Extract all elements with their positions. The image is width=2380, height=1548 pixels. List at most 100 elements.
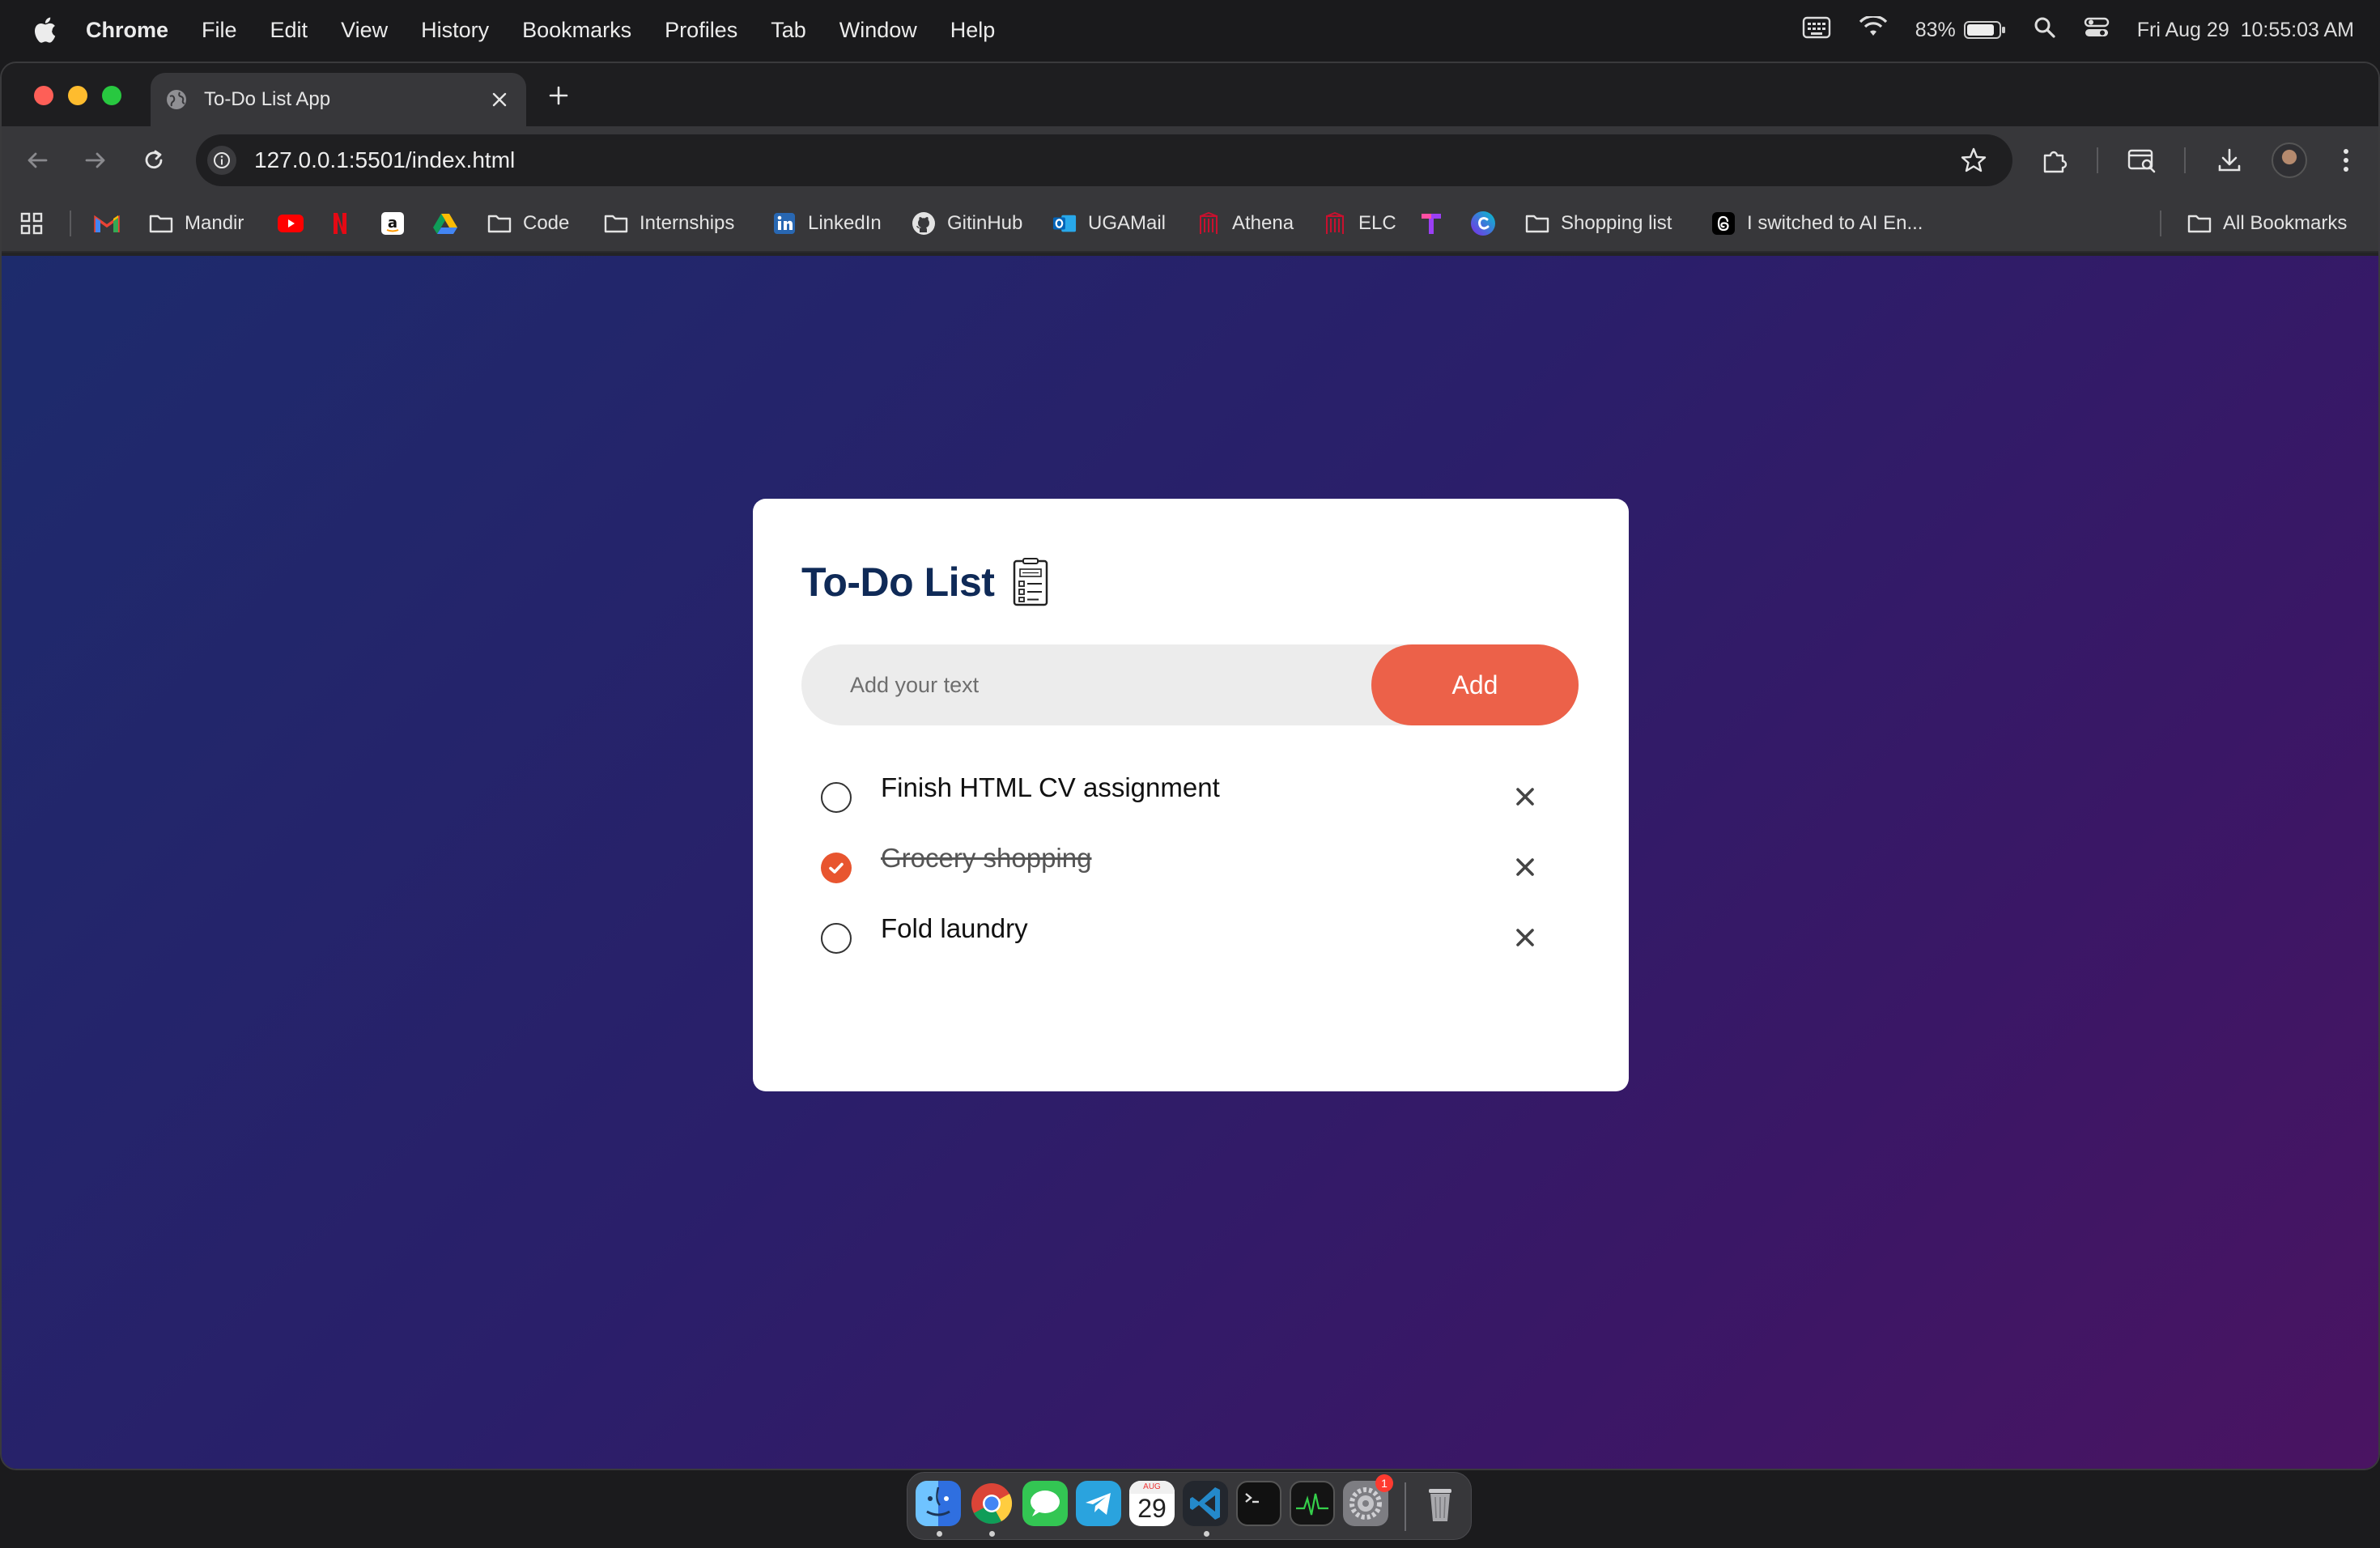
menu-bookmarks[interactable]: Bookmarks (522, 18, 631, 43)
finder-icon[interactable] (916, 1481, 961, 1526)
bookmark-ugamail[interactable]: UGAMail (1052, 194, 1166, 253)
task-input[interactable] (801, 644, 1384, 725)
profile-avatar[interactable] (2272, 142, 2307, 178)
menu-help[interactable]: Help (950, 18, 996, 43)
chrome-icon[interactable] (969, 1481, 1014, 1526)
google-drive-icon[interactable] (432, 194, 458, 253)
netflix-icon[interactable] (332, 194, 348, 253)
menu-tab[interactable]: Tab (771, 18, 806, 43)
trash-icon[interactable] (1417, 1481, 1463, 1526)
task-text[interactable]: Grocery shopping (881, 843, 1091, 874)
activity-monitor-icon[interactable] (1290, 1481, 1335, 1526)
bookmark-label: GitinHub (947, 212, 1023, 234)
bookmark-mandir[interactable]: Mandir (149, 194, 244, 253)
unchecked-circle-icon[interactable] (821, 782, 852, 813)
messages-icon[interactable] (1022, 1481, 1068, 1526)
spotlight-search-icon[interactable] (2034, 16, 2056, 45)
task-text[interactable]: Fold laundry (881, 913, 1028, 944)
folder-icon (2187, 211, 2212, 236)
bookmark-label: Code (523, 212, 570, 234)
uga-arch-icon (1196, 211, 1221, 236)
tab-search-icon[interactable] (2126, 144, 2158, 176)
amazon-icon[interactable]: a (380, 194, 405, 253)
tab-todo-app[interactable]: To-Do List App (151, 73, 526, 126)
menubar-clock[interactable]: Fri Aug 29 10:55:03 AM (2137, 19, 2354, 42)
menu-window[interactable]: Window (839, 18, 917, 43)
task-item[interactable]: Fold laundry (801, 900, 1579, 971)
task-item[interactable]: Finish HTML CV assignment (801, 759, 1579, 830)
bookmark-threads-post[interactable]: I switched to AI En... (1711, 194, 1923, 253)
address-bar[interactable]: 127.0.0.1:5501/index.html (196, 134, 2012, 186)
zoom-window-button[interactable] (102, 86, 121, 105)
battery-percent: 83% (1915, 18, 1956, 41)
unchecked-circle-icon[interactable] (821, 923, 852, 954)
delete-x-icon[interactable] (1511, 923, 1540, 952)
task-item[interactable]: Grocery shopping (801, 830, 1579, 900)
forward-arrow-icon[interactable] (79, 144, 112, 176)
back-arrow-icon[interactable] (21, 144, 53, 176)
page-title: To-Do List (801, 559, 995, 605)
toolbar-divider (2097, 147, 2098, 173)
menu-profiles[interactable]: Profiles (665, 18, 737, 43)
bookmark-code[interactable]: Code (487, 194, 569, 253)
chrome-window: To-Do List App 127.0.0.1:5501/index.html (0, 62, 2380, 1470)
download-icon[interactable] (2213, 144, 2246, 176)
control-center-icon[interactable] (2084, 16, 2110, 45)
close-tab-icon[interactable] (487, 87, 512, 112)
minimize-window-button[interactable] (68, 86, 87, 105)
menu-file[interactable]: File (202, 18, 237, 43)
youtube-icon[interactable] (277, 194, 304, 253)
calendar-icon[interactable]: AUG 29 (1129, 1481, 1175, 1526)
bookmark-divider (70, 211, 71, 236)
wifi-icon[interactable] (1859, 15, 1888, 45)
reload-icon[interactable] (138, 144, 170, 176)
todo-header: To-Do List (801, 557, 1049, 607)
delete-x-icon[interactable] (1511, 853, 1540, 882)
bookmark-star-icon[interactable] (1959, 146, 1988, 175)
all-bookmarks[interactable]: All Bookmarks (2187, 194, 2347, 253)
bookmark-label: LinkedIn (808, 212, 882, 234)
url-text[interactable]: 127.0.0.1:5501/index.html (254, 147, 515, 173)
uga-arch-icon (1323, 211, 1347, 236)
gmail-icon[interactable] (94, 194, 120, 253)
bookmark-shopping-list[interactable]: Shopping list (1525, 194, 1672, 253)
bookmark-label: I switched to AI En... (1747, 212, 1923, 234)
bookmark-linkedin[interactable]: LinkedIn (772, 194, 882, 253)
apps-grid-icon[interactable] (19, 194, 44, 253)
more-menu-icon[interactable] (2330, 144, 2362, 176)
bookmark-internships[interactable]: Internships (604, 194, 734, 253)
keyboard-icon[interactable] (1802, 15, 1831, 45)
task-text[interactable]: Finish HTML CV assignment (881, 772, 1220, 803)
bookmark-github[interactable]: GitinHub (912, 194, 1022, 253)
calendar-day: 29 (1137, 1494, 1167, 1523)
telegram-icon[interactable] (1076, 1481, 1121, 1526)
menu-app-name[interactable]: Chrome (86, 18, 168, 43)
terminal-icon[interactable] (1236, 1481, 1281, 1526)
battery-icon (1963, 21, 2005, 39)
close-window-button[interactable] (34, 86, 53, 105)
tool-t-icon[interactable] (1420, 194, 1443, 253)
battery-status[interactable]: 83% (1915, 19, 2006, 42)
delete-x-icon[interactable] (1511, 782, 1540, 811)
menu-view[interactable]: View (341, 18, 388, 43)
apple-logo-icon[interactable] (32, 16, 57, 44)
vscode-icon[interactable] (1183, 1481, 1228, 1526)
running-indicator (1204, 1531, 1209, 1537)
checked-circle-icon[interactable] (821, 853, 852, 883)
new-tab-icon[interactable] (544, 81, 573, 110)
github-icon (912, 211, 936, 236)
site-info-icon[interactable] (207, 146, 236, 175)
menu-history[interactable]: History (421, 18, 489, 43)
menu-edit[interactable]: Edit (270, 18, 308, 43)
browser-toolbar: 127.0.0.1:5501/index.html (2, 126, 2378, 194)
folder-icon (604, 211, 628, 236)
running-indicator (989, 1531, 995, 1537)
bookmark-elc[interactable]: ELC (1323, 194, 1396, 253)
task-list: Finish HTML CV assignment Grocery shoppi… (801, 759, 1579, 971)
bookmark-athena[interactable]: Athena (1196, 194, 1294, 253)
system-settings-icon[interactable]: 1 (1343, 1474, 1393, 1526)
bookmark-label: Athena (1232, 212, 1294, 234)
canva-icon[interactable] (1470, 194, 1496, 253)
extensions-puzzle-icon[interactable] (2038, 144, 2071, 176)
add-button[interactable]: Add (1371, 644, 1579, 725)
